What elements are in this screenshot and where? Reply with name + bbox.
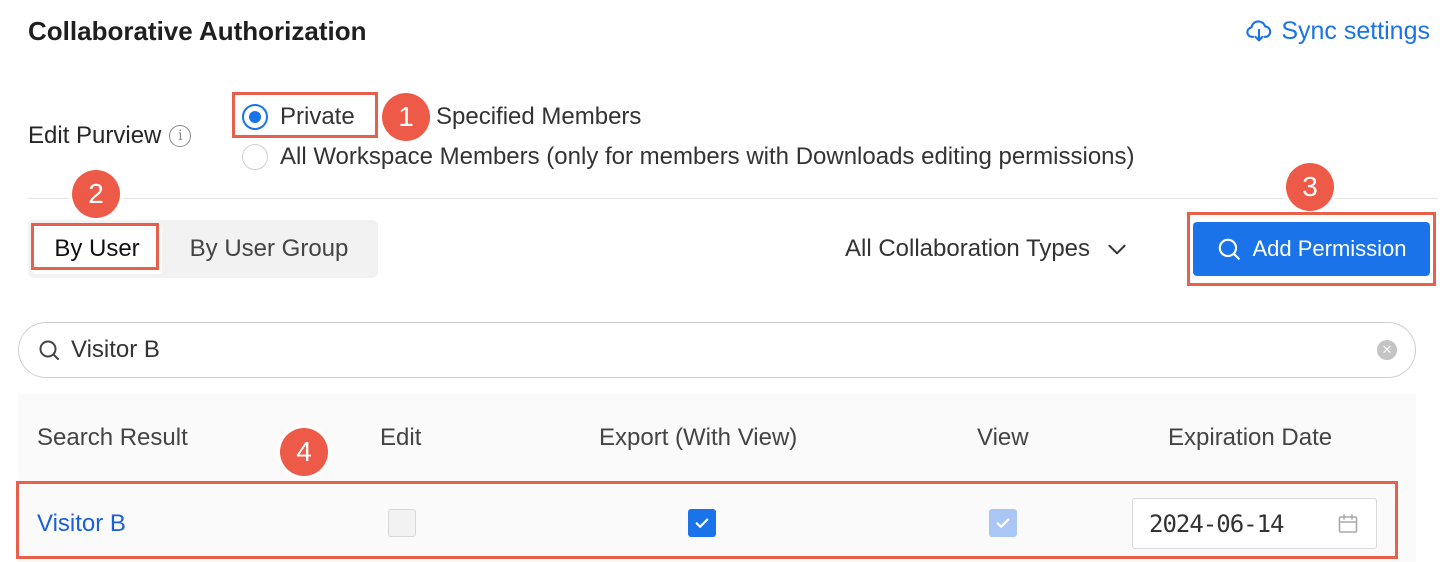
radio-option-private[interactable]: Private xyxy=(242,100,355,134)
search-icon xyxy=(1219,238,1241,260)
edit-purview-text: Edit Purview xyxy=(28,122,162,149)
callout-badge-3: 3 xyxy=(1286,163,1334,211)
chevron-down-icon xyxy=(1108,244,1126,255)
callout-badge-2: 2 xyxy=(72,170,120,218)
page-title: Collaborative Authorization xyxy=(28,16,367,46)
radio-label-specified-members: Specified Members xyxy=(436,103,642,130)
search-icon xyxy=(39,340,59,360)
expiration-date-picker[interactable]: 2024-06-14 xyxy=(1132,498,1377,549)
column-header-view: View xyxy=(977,424,1029,451)
add-permission-button[interactable]: Add Permission xyxy=(1193,222,1430,276)
radio-button-all-members[interactable] xyxy=(242,144,268,170)
sync-settings-label: Sync settings xyxy=(1281,16,1430,45)
clear-icon[interactable]: ✕ xyxy=(1377,340,1397,360)
section-divider xyxy=(28,198,1438,199)
column-header-export: Export (With View) xyxy=(599,424,798,451)
callout-badge-1: 1 xyxy=(382,93,430,141)
edit-checkbox[interactable] xyxy=(388,509,416,537)
cloud-download-icon xyxy=(1246,20,1272,42)
radio-button-private[interactable] xyxy=(242,104,268,130)
collaboration-types-label: All Collaboration Types xyxy=(845,235,1091,262)
checkmark-icon xyxy=(996,518,1010,528)
search-box: ✕ xyxy=(18,322,1416,378)
export-checkbox[interactable] xyxy=(688,509,716,537)
add-permission-label: Add Permission xyxy=(1252,236,1407,261)
column-header-edit: Edit xyxy=(380,424,422,451)
radio-label-all-members: All Workspace Members (only for members … xyxy=(280,143,1135,170)
sync-settings-link[interactable]: Sync settings xyxy=(1245,14,1430,48)
column-header-expiration-date: Expiration Date xyxy=(1168,424,1333,451)
radio-option-specified-members[interactable]: Specified Members xyxy=(436,100,641,134)
expiration-date-value: 2024-06-14 xyxy=(1149,509,1284,538)
callout-badge-4: 4 xyxy=(280,428,328,476)
info-icon[interactable]: i xyxy=(169,125,192,147)
checkmark-icon xyxy=(695,518,709,528)
view-checkbox[interactable] xyxy=(989,509,1017,537)
radio-label-private: Private xyxy=(280,103,355,130)
tab-by-user-group[interactable]: By User Group xyxy=(168,224,370,274)
column-header-search-result: Search Result xyxy=(37,424,188,451)
calendar-icon xyxy=(1338,513,1358,533)
search-input[interactable] xyxy=(69,335,1353,365)
edit-purview-label: Edit Purview i xyxy=(28,120,192,152)
collaboration-types-dropdown[interactable]: All Collaboration Types xyxy=(845,232,1130,266)
radio-option-all-members[interactable]: All Workspace Members (only for members … xyxy=(242,140,1135,174)
highlight-by-user xyxy=(31,223,159,270)
result-name-link[interactable]: Visitor B xyxy=(37,508,126,540)
